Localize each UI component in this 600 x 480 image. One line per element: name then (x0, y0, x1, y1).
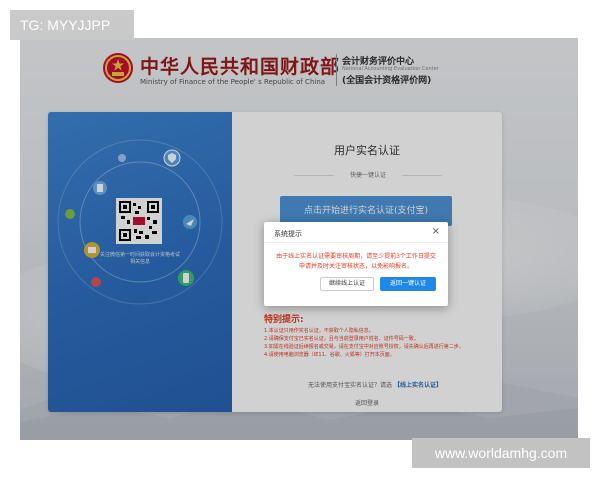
continue-online-auth-button[interactable]: 继续线上认证 (320, 277, 374, 291)
tag-label: TG: MYYJJPP (10, 10, 134, 40)
dialog-message: 由于线上实名认证需要审核周期，请至少提前3个工作日提交申请并及时关注审核状态，以… (276, 253, 436, 270)
site-watermark: www.worldamhg.com (412, 438, 590, 468)
screenshot-area: 中华人民共和国财政部 Ministry of Finance of the Pe… (20, 38, 578, 440)
dialog-title: 系统提示 (274, 230, 302, 238)
return-quick-auth-button[interactable]: 返回一键认证 (380, 277, 436, 291)
system-prompt-dialog: 系统提示 × 由于线上实名认证需要审核周期，请至少提前3个工作日提交申请并及时关… (264, 222, 448, 306)
dialog-divider (264, 242, 448, 243)
close-icon[interactable]: × (432, 226, 440, 238)
